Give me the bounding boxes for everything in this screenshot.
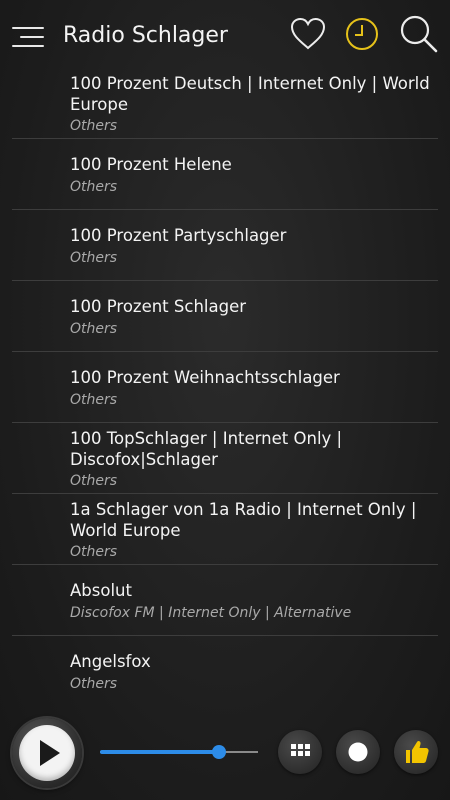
play-button-face xyxy=(19,725,75,781)
station-row[interactable]: 100 Prozent Weihnachtsschlager Others xyxy=(0,352,450,423)
menu-icon-line-bottom xyxy=(12,45,44,47)
menu-icon-line-top xyxy=(12,27,44,29)
play-icon xyxy=(40,740,60,766)
like-button[interactable] xyxy=(394,730,438,774)
history-button[interactable] xyxy=(342,14,382,54)
search-icon xyxy=(400,15,438,53)
player-bar xyxy=(0,708,450,800)
station-name: 100 Prozent Weihnachtsschlager xyxy=(70,368,340,387)
station-name: 100 Prozent Partyschlager xyxy=(70,226,287,245)
heart-icon xyxy=(290,17,326,50)
station-genre: Others xyxy=(70,473,118,489)
record-button[interactable] xyxy=(336,730,380,774)
station-name: Angelsfox xyxy=(70,652,151,671)
station-name: Absolut xyxy=(70,581,132,600)
station-list: 100 Prozent Deutsch | Internet Only | Wo… xyxy=(0,68,450,708)
station-row[interactable]: 100 Prozent Deutsch | Internet Only | Wo… xyxy=(0,68,450,139)
station-genre: Discofox FM | Internet Only | Alternativ… xyxy=(70,605,352,621)
station-row[interactable]: 100 TopSchlager | Internet Only | Discof… xyxy=(0,423,450,494)
clock-icon xyxy=(346,18,378,50)
app-header: Radio Schlager xyxy=(0,0,450,70)
app-title: Radio Schlager xyxy=(63,23,228,48)
search-button[interactable] xyxy=(398,14,438,54)
station-name: 100 Prozent Helene xyxy=(70,155,232,174)
station-row[interactable]: 1a Schlager von 1a Radio | Internet Only… xyxy=(0,494,450,565)
station-name: 1a Schlager von 1a Radio | Internet Only… xyxy=(70,500,417,540)
volume-fill xyxy=(100,750,219,754)
grid-button[interactable] xyxy=(278,730,322,774)
station-name: 100 TopSchlager | Internet Only | Discof… xyxy=(70,429,343,469)
record-icon xyxy=(348,742,368,762)
station-genre: Others xyxy=(70,250,118,266)
play-button[interactable] xyxy=(12,718,82,788)
grid-icon xyxy=(291,744,310,756)
station-row[interactable]: Angelsfox Others xyxy=(0,636,450,707)
station-genre: Others xyxy=(70,392,118,408)
station-genre: Others xyxy=(70,179,118,195)
menu-button[interactable] xyxy=(10,22,44,50)
station-genre: Others xyxy=(70,676,118,692)
favorites-button[interactable] xyxy=(288,14,328,54)
menu-icon-line-middle xyxy=(20,36,44,38)
station-row[interactable]: 100 Prozent Helene Others xyxy=(0,139,450,210)
station-genre: Others xyxy=(70,321,118,337)
station-name: 100 Prozent Schlager xyxy=(70,297,247,316)
station-row[interactable]: 100 Prozent Partyschlager Others xyxy=(0,210,450,281)
station-genre: Others xyxy=(70,544,118,560)
station-row[interactable]: Absolut Discofox FM | Internet Only | Al… xyxy=(0,565,450,636)
thumbs-up-icon xyxy=(406,740,429,763)
station-row[interactable]: 100 Prozent Schlager Others xyxy=(0,281,450,352)
volume-slider[interactable] xyxy=(100,742,258,762)
volume-thumb[interactable] xyxy=(212,745,226,759)
station-genre: Others xyxy=(70,118,118,134)
station-name: 100 Prozent Deutsch | Internet Only | Wo… xyxy=(70,74,430,114)
